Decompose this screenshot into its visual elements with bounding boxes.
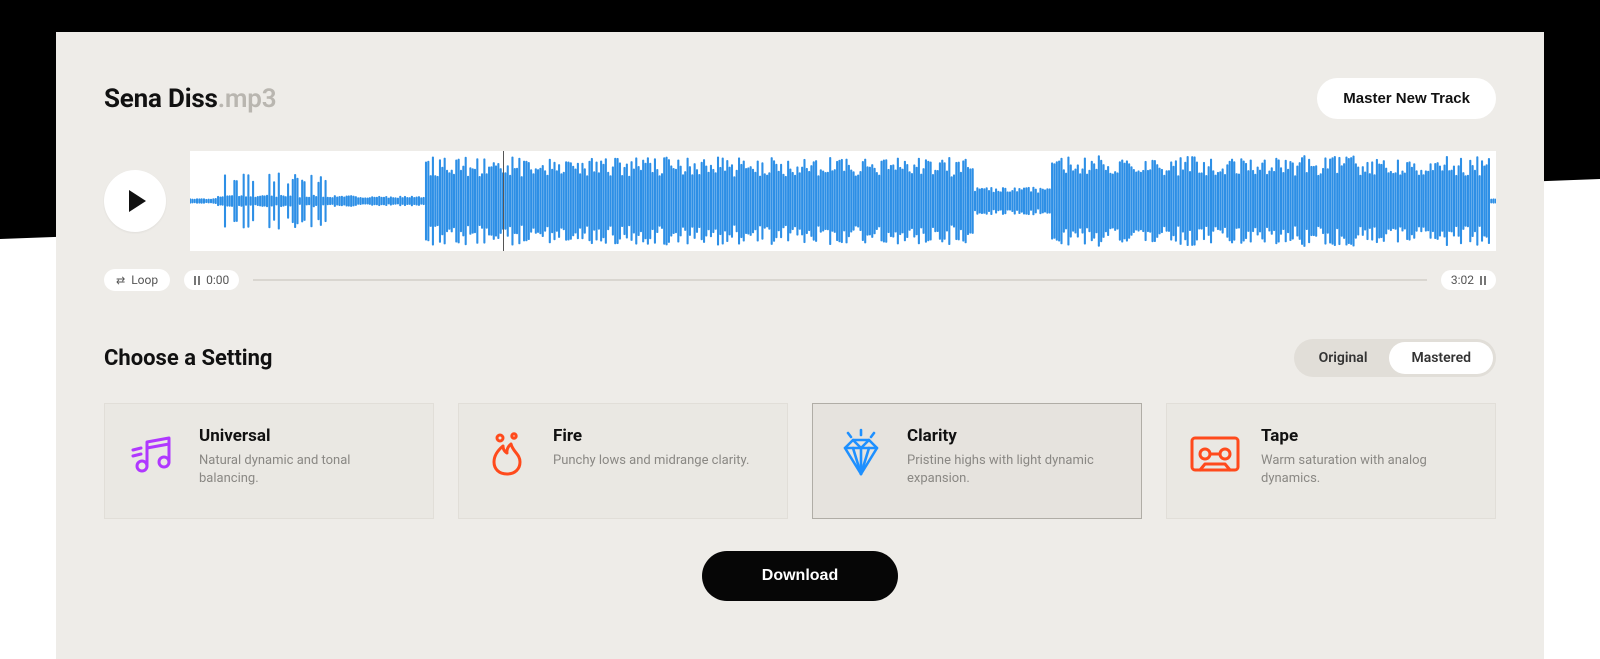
setting-card-clarity[interactable]: Clarity Pristine highs with light dynamic…: [812, 403, 1142, 519]
player-row: [104, 151, 1496, 251]
setting-name: Fire: [553, 426, 749, 446]
setting-desc: Natural dynamic and tonal balancing.: [199, 452, 413, 487]
header-row: Sena Diss.mp3 Master New Track: [104, 78, 1496, 119]
original-mastered-toggle[interactable]: Original Mastered: [1294, 339, 1496, 377]
track-title: Sena Diss.mp3: [104, 84, 276, 114]
setting-desc: Pristine highs with light dynamic expans…: [907, 452, 1121, 487]
setting-desc: Punchy lows and midrange clarity.: [553, 452, 749, 470]
waveform[interactable]: [190, 151, 1496, 251]
diamond-icon: [833, 426, 889, 482]
settings-header-row: Choose a Setting Original Mastered: [104, 339, 1496, 377]
time-end-chip[interactable]: 3:02: [1441, 270, 1496, 290]
time-end: 3:02: [1451, 273, 1474, 287]
pause-end-icon: [1480, 276, 1486, 285]
loop-button[interactable]: ⇄ Loop: [104, 269, 170, 291]
mastering-panel: Sena Diss.mp3 Master New Track ⇄ Loop 0:…: [56, 32, 1544, 659]
loop-icon: ⇄: [116, 274, 125, 287]
setting-card-tape[interactable]: Tape Warm saturation with analog dynamics…: [1166, 403, 1496, 519]
download-button[interactable]: Download: [702, 551, 898, 601]
setting-name: Clarity: [907, 426, 1121, 446]
timeline-row: ⇄ Loop 0:00 3:02: [104, 269, 1496, 291]
toggle-original[interactable]: Original: [1297, 342, 1390, 374]
settings-title: Choose a Setting: [104, 346, 272, 371]
master-new-track-button[interactable]: Master New Track: [1317, 78, 1496, 119]
setting-text: Tape Warm saturation with analog dynamics…: [1261, 426, 1475, 496]
play-icon: [129, 190, 146, 212]
setting-text: Clarity Pristine highs with light dynamic…: [907, 426, 1121, 496]
music-note-icon: [125, 426, 181, 482]
playhead[interactable]: [503, 151, 504, 251]
settings-cards-row: Universal Natural dynamic and tonal balan…: [104, 403, 1496, 519]
download-row: Download: [104, 551, 1496, 601]
toggle-mastered[interactable]: Mastered: [1389, 342, 1493, 374]
time-start-chip[interactable]: 0:00: [184, 270, 239, 290]
waveform-svg: [190, 151, 1496, 251]
setting-name: Tape: [1261, 426, 1475, 446]
setting-name: Universal: [199, 426, 413, 446]
time-track[interactable]: [253, 279, 1427, 281]
setting-text: Fire Punchy lows and midrange clarity.: [553, 426, 749, 496]
setting-desc: Warm saturation with analog dynamics.: [1261, 452, 1475, 487]
flame-icon: [479, 426, 535, 482]
setting-card-universal[interactable]: Universal Natural dynamic and tonal balan…: [104, 403, 434, 519]
pause-start-icon: [194, 276, 200, 285]
track-extension: .mp3: [218, 84, 277, 114]
play-button[interactable]: [104, 170, 166, 232]
track-name: Sena Diss: [104, 84, 218, 114]
time-start: 0:00: [206, 273, 229, 287]
setting-card-fire[interactable]: Fire Punchy lows and midrange clarity.: [458, 403, 788, 519]
setting-text: Universal Natural dynamic and tonal balan…: [199, 426, 413, 496]
cassette-icon: [1187, 426, 1243, 482]
loop-label: Loop: [131, 273, 158, 287]
